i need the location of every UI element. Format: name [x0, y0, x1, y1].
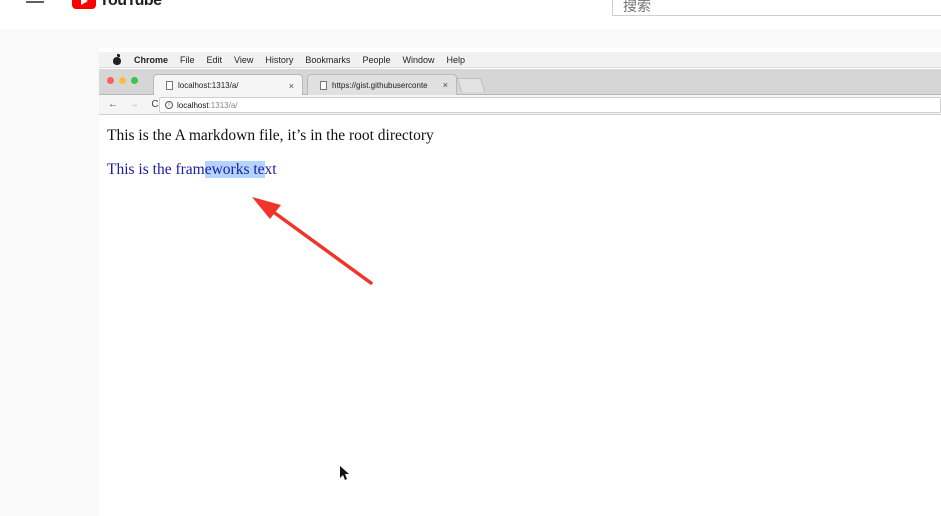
maximize-window-icon: [131, 77, 138, 84]
tab-label: localhost:1313/a/: [178, 81, 239, 90]
menu-people: People: [362, 54, 391, 65]
youtube-logo-text: YouTube: [99, 0, 162, 9]
browser-page-content: This is the A markdown file, it’s in the…: [99, 116, 941, 516]
menu-view: View: [234, 54, 254, 65]
address-bar: i localhost:1313/a/: [159, 97, 941, 113]
youtube-play-icon: [72, 0, 96, 9]
close-icon: ×: [442, 80, 448, 90]
chrome-toolbar: ← → C i localhost:1313/a/: [99, 95, 941, 115]
search-input[interactable]: [612, 0, 941, 16]
mac-menu-bar: Chrome File Edit View History Bookmarks …: [99, 52, 941, 68]
chrome-tab-bar: localhost:1313/a/ × https://gist.githubu…: [99, 69, 941, 96]
apple-icon: [113, 53, 121, 65]
tab-label: https://gist.githubuserconte: [332, 80, 428, 90]
new-tab-button: [456, 78, 486, 92]
menu-chrome: Chrome: [134, 54, 169, 65]
menu-edit: Edit: [206, 54, 223, 65]
text-segment: xt: [264, 161, 277, 178]
url-host: localhost: [177, 100, 209, 110]
menu-icon[interactable]: [26, 0, 46, 6]
tab-localhost: localhost:1313/a/ ×: [153, 74, 303, 96]
tab-gist: https://gist.githubuserconte ×: [307, 74, 457, 95]
text-segment: This is the fram: [107, 161, 205, 178]
youtube-logo[interactable]: YouTube: [72, 0, 162, 10]
close-window-icon: [107, 77, 114, 84]
mouse-cursor-icon: [340, 466, 349, 480]
page-icon: [320, 80, 327, 90]
window-controls: [107, 77, 143, 84]
page-icon: [166, 81, 173, 90]
markdown-line: This is the A markdown file, it’s in the…: [107, 127, 434, 144]
frameworks-line: This is the frameworks text: [107, 161, 277, 179]
menu-window: Window: [402, 54, 435, 65]
menu-bookmarks: Bookmarks: [305, 54, 351, 65]
back-icon: ←: [108, 99, 118, 110]
menu-history: History: [265, 54, 294, 65]
close-icon: ×: [288, 80, 294, 91]
video-player[interactable]: Chrome File Edit View History Bookmarks …: [99, 48, 941, 516]
info-icon: i: [165, 101, 173, 109]
selected-text: eworks te: [204, 161, 265, 178]
minimize-window-icon: [119, 77, 126, 84]
forward-icon: →: [129, 99, 139, 110]
youtube-header: YouTube: [0, 0, 941, 30]
menu-file: File: [180, 54, 195, 65]
url-path: :1313/a/: [208, 100, 238, 110]
menu-help: Help: [446, 54, 465, 65]
youtube-page: YouTube Chrome File Edit View History Bo…: [0, 0, 941, 516]
